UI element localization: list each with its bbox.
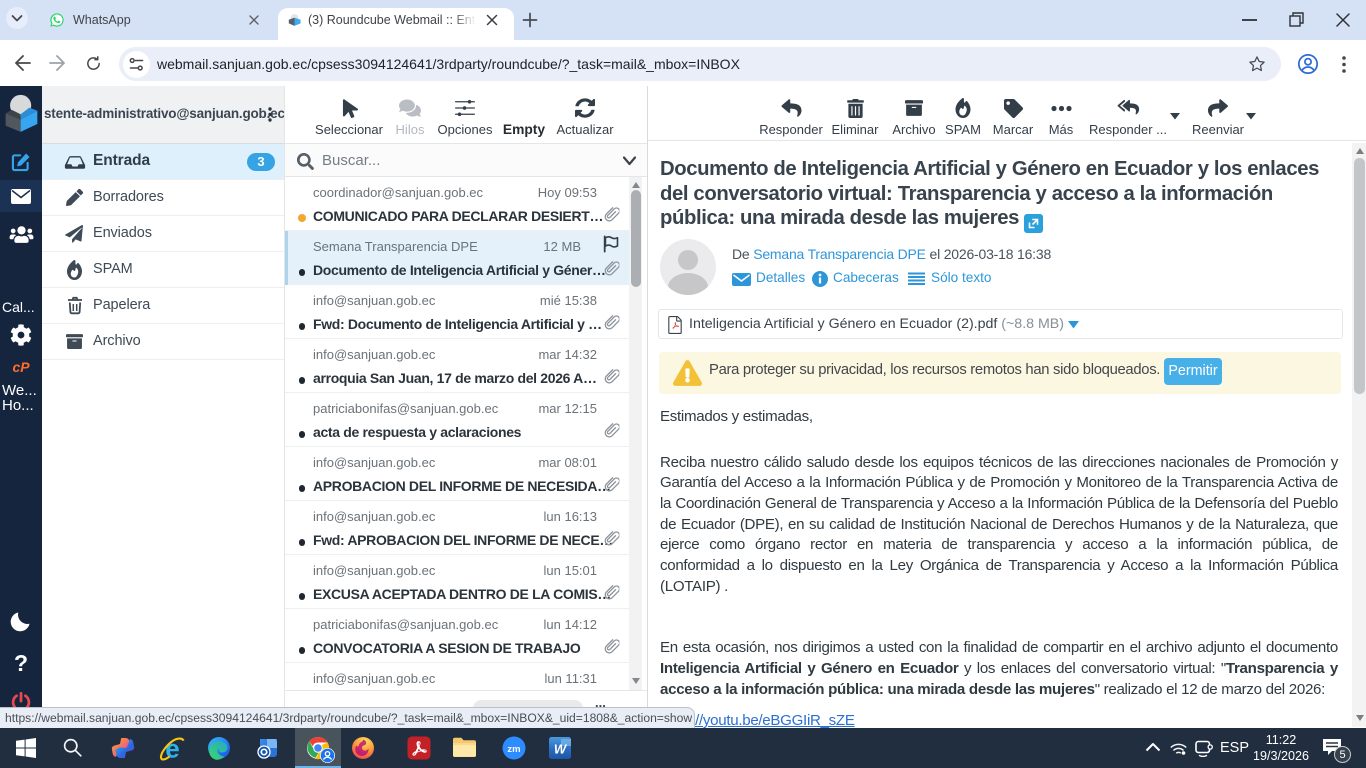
svg-text:W: W — [554, 742, 568, 757]
svg-text:zm: zm — [507, 744, 520, 755]
